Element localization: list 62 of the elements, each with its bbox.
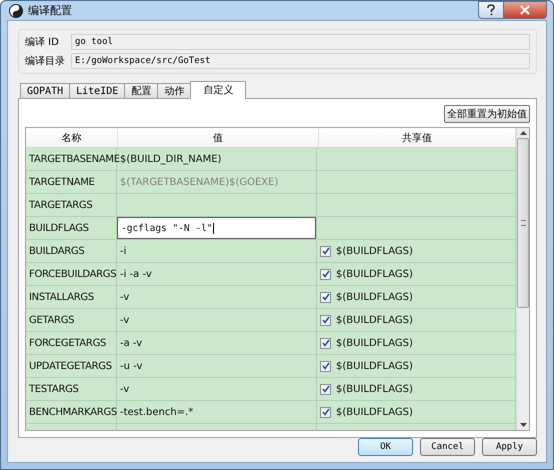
help-button[interactable]: [478, 1, 504, 19]
window-title: 编译配置: [28, 3, 72, 18]
checkbox[interactable]: [320, 360, 331, 372]
table-cell: BUILDARGS: [26, 240, 117, 262]
input-field[interactable]: -gcflags "-N -l": [117, 217, 316, 239]
column-header[interactable]: 共享值: [319, 128, 516, 147]
dialog-button[interactable]: Apply: [482, 438, 537, 456]
tab[interactable]: 动作: [157, 83, 192, 98]
field-label: 编译 ID: [25, 36, 60, 49]
tab[interactable]: GOPATH: [20, 83, 70, 98]
table-cell: TARGETNAME: [26, 171, 117, 193]
reset-all-button[interactable]: 全部重置为初始值: [444, 105, 530, 123]
table-cell: TESTARGS: [26, 378, 117, 400]
table-cell: UPDATEGETARGS: [26, 355, 117, 377]
checkbox[interactable]: [320, 338, 331, 348]
table-cell: INSTALLARGS: [26, 286, 117, 308]
shared-value: $(BUILDFLAGS): [336, 360, 413, 372]
table-cell: -v: [117, 286, 317, 308]
shared-value: $(BUILDFLAGS): [336, 314, 413, 326]
close-icon: [520, 5, 530, 15]
dialog-button[interactable]: OK: [358, 438, 413, 456]
checkbox[interactable]: [320, 246, 331, 256]
table-cell: $(TARGETBASENAME)$(GOEXE): [117, 171, 317, 193]
readonly-field[interactable]: go tool: [71, 34, 530, 50]
table-cell: -i -a -v: [117, 263, 317, 285]
close-button[interactable]: [504, 1, 547, 19]
table-cell: -v: [117, 378, 317, 400]
column-header[interactable]: 值: [118, 128, 319, 147]
table-cell: -i: [117, 240, 317, 262]
yin-yang-icon: [9, 4, 23, 18]
scroll-down-icon[interactable]: [520, 423, 526, 427]
checkbox[interactable]: [320, 406, 331, 418]
table-cell: -u -v: [117, 355, 317, 377]
tab[interactable]: LiteIDE: [69, 83, 126, 98]
column-header[interactable]: 名称: [26, 128, 118, 147]
table-cell: GETARGS: [26, 309, 117, 331]
tab[interactable]: 配置: [124, 83, 158, 98]
scroll-up-icon[interactable]: [520, 131, 526, 135]
shared-value: $(BUILDFLAGS): [336, 338, 413, 348]
question-mark-icon: [486, 4, 496, 16]
table-cell: -v: [117, 309, 317, 331]
checkbox[interactable]: [320, 268, 331, 280]
table-cell: -test.bench=.*: [117, 401, 317, 423]
table-cell: TARGETBASENAME: [26, 148, 117, 170]
table-cell: FORCEGETARGS: [26, 332, 117, 354]
readonly-field[interactable]: E:/goWorkspace/src/GoTest: [71, 53, 530, 69]
shared-value: $(BUILDFLAGS): [336, 292, 413, 302]
checkbox[interactable]: [320, 314, 331, 326]
checkbox[interactable]: [320, 292, 331, 302]
shared-value: $(BUILDFLAGS): [336, 268, 413, 280]
shared-value: $(BUILDFLAGS): [336, 406, 413, 418]
table-cell: TARGETARGS: [26, 194, 117, 216]
checkbox[interactable]: [320, 384, 331, 394]
dialog-button[interactable]: Cancel: [420, 438, 475, 456]
shared-value: $(BUILDFLAGS): [336, 246, 413, 256]
vertical-scrollbar[interactable]: [516, 128, 529, 430]
table-cell: FORCEBUILDARGS: [26, 263, 117, 285]
table-cell: -a -v: [117, 332, 317, 354]
field-label: 编译目录: [25, 54, 66, 68]
shared-value: $(BUILDFLAGS): [336, 384, 413, 394]
table-cell: BENCHMARKARGS: [26, 401, 117, 423]
tab[interactable]: 自定义: [190, 81, 246, 99]
